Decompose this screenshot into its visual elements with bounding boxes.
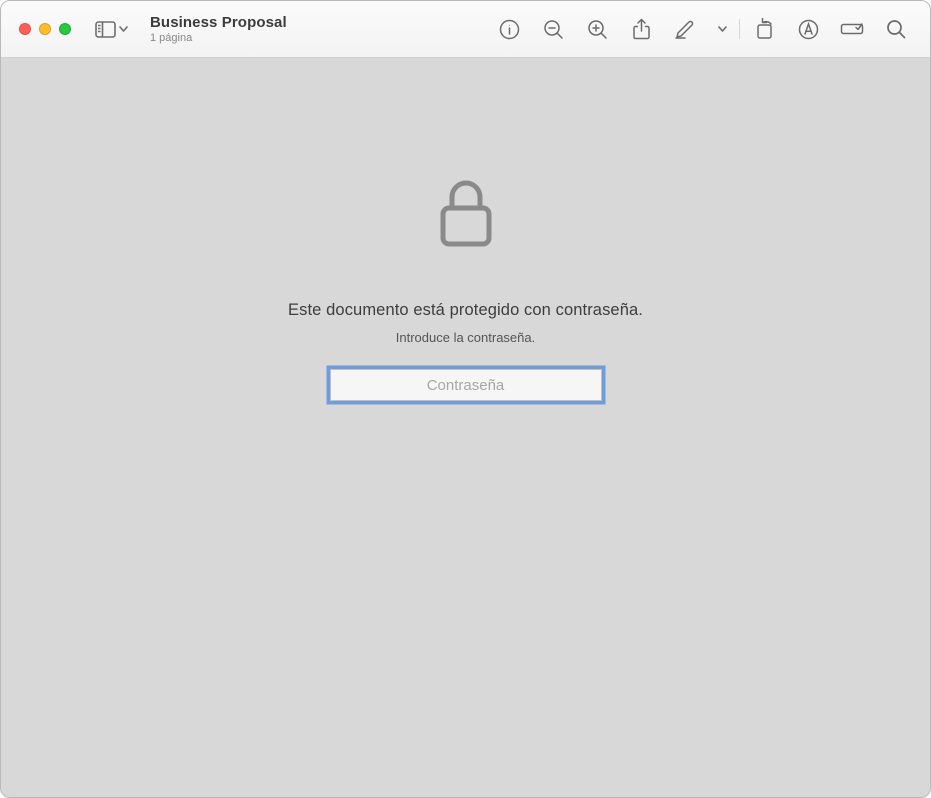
search-icon [886,19,906,39]
share-button[interactable] [619,9,663,49]
fullscreen-window-button[interactable] [59,23,71,35]
highlight-icon [674,19,696,39]
sidebar-toggle-button[interactable] [91,17,132,42]
close-window-button[interactable] [19,23,31,35]
chevron-down-icon [119,26,128,32]
inspector-button[interactable] [487,9,531,49]
password-prompt-panel: Este documento está protegido con contra… [236,178,696,797]
password-field-wrap [330,369,602,401]
window-controls [19,23,71,35]
app-window: Business Proposal 1 página [0,0,931,798]
rotate-button[interactable] [742,9,786,49]
locked-message-subtitle: Introduce la contraseña. [396,330,535,345]
password-input[interactable] [330,369,602,401]
zoom-in-button[interactable] [575,9,619,49]
document-title-area: Business Proposal 1 página [150,13,287,45]
toolbar-actions [487,9,918,49]
document-page-count: 1 página [150,32,287,45]
rotate-icon [754,18,775,40]
zoom-in-icon [587,19,608,40]
lock-icon [439,178,493,253]
document-area: Este documento está protegido con contra… [1,58,930,797]
search-button[interactable] [874,9,918,49]
minimize-window-button[interactable] [39,23,51,35]
info-icon [499,19,520,40]
markup-icon [798,19,819,40]
markup-button[interactable] [786,9,830,49]
zoom-out-button[interactable] [531,9,575,49]
sidebar-icon [95,21,116,38]
share-icon [632,18,651,41]
document-title: Business Proposal [150,14,287,31]
highlight-button[interactable] [663,9,707,49]
form-field-button[interactable] [830,9,874,49]
highlight-menu-button[interactable] [707,9,737,49]
chevron-down-icon [718,26,727,32]
locked-message-title: Este documento está protegido con contra… [288,301,643,320]
form-field-icon [840,21,864,37]
toolbar-separator [739,19,740,39]
zoom-out-icon [543,19,564,40]
toolbar: Business Proposal 1 página [1,1,930,58]
